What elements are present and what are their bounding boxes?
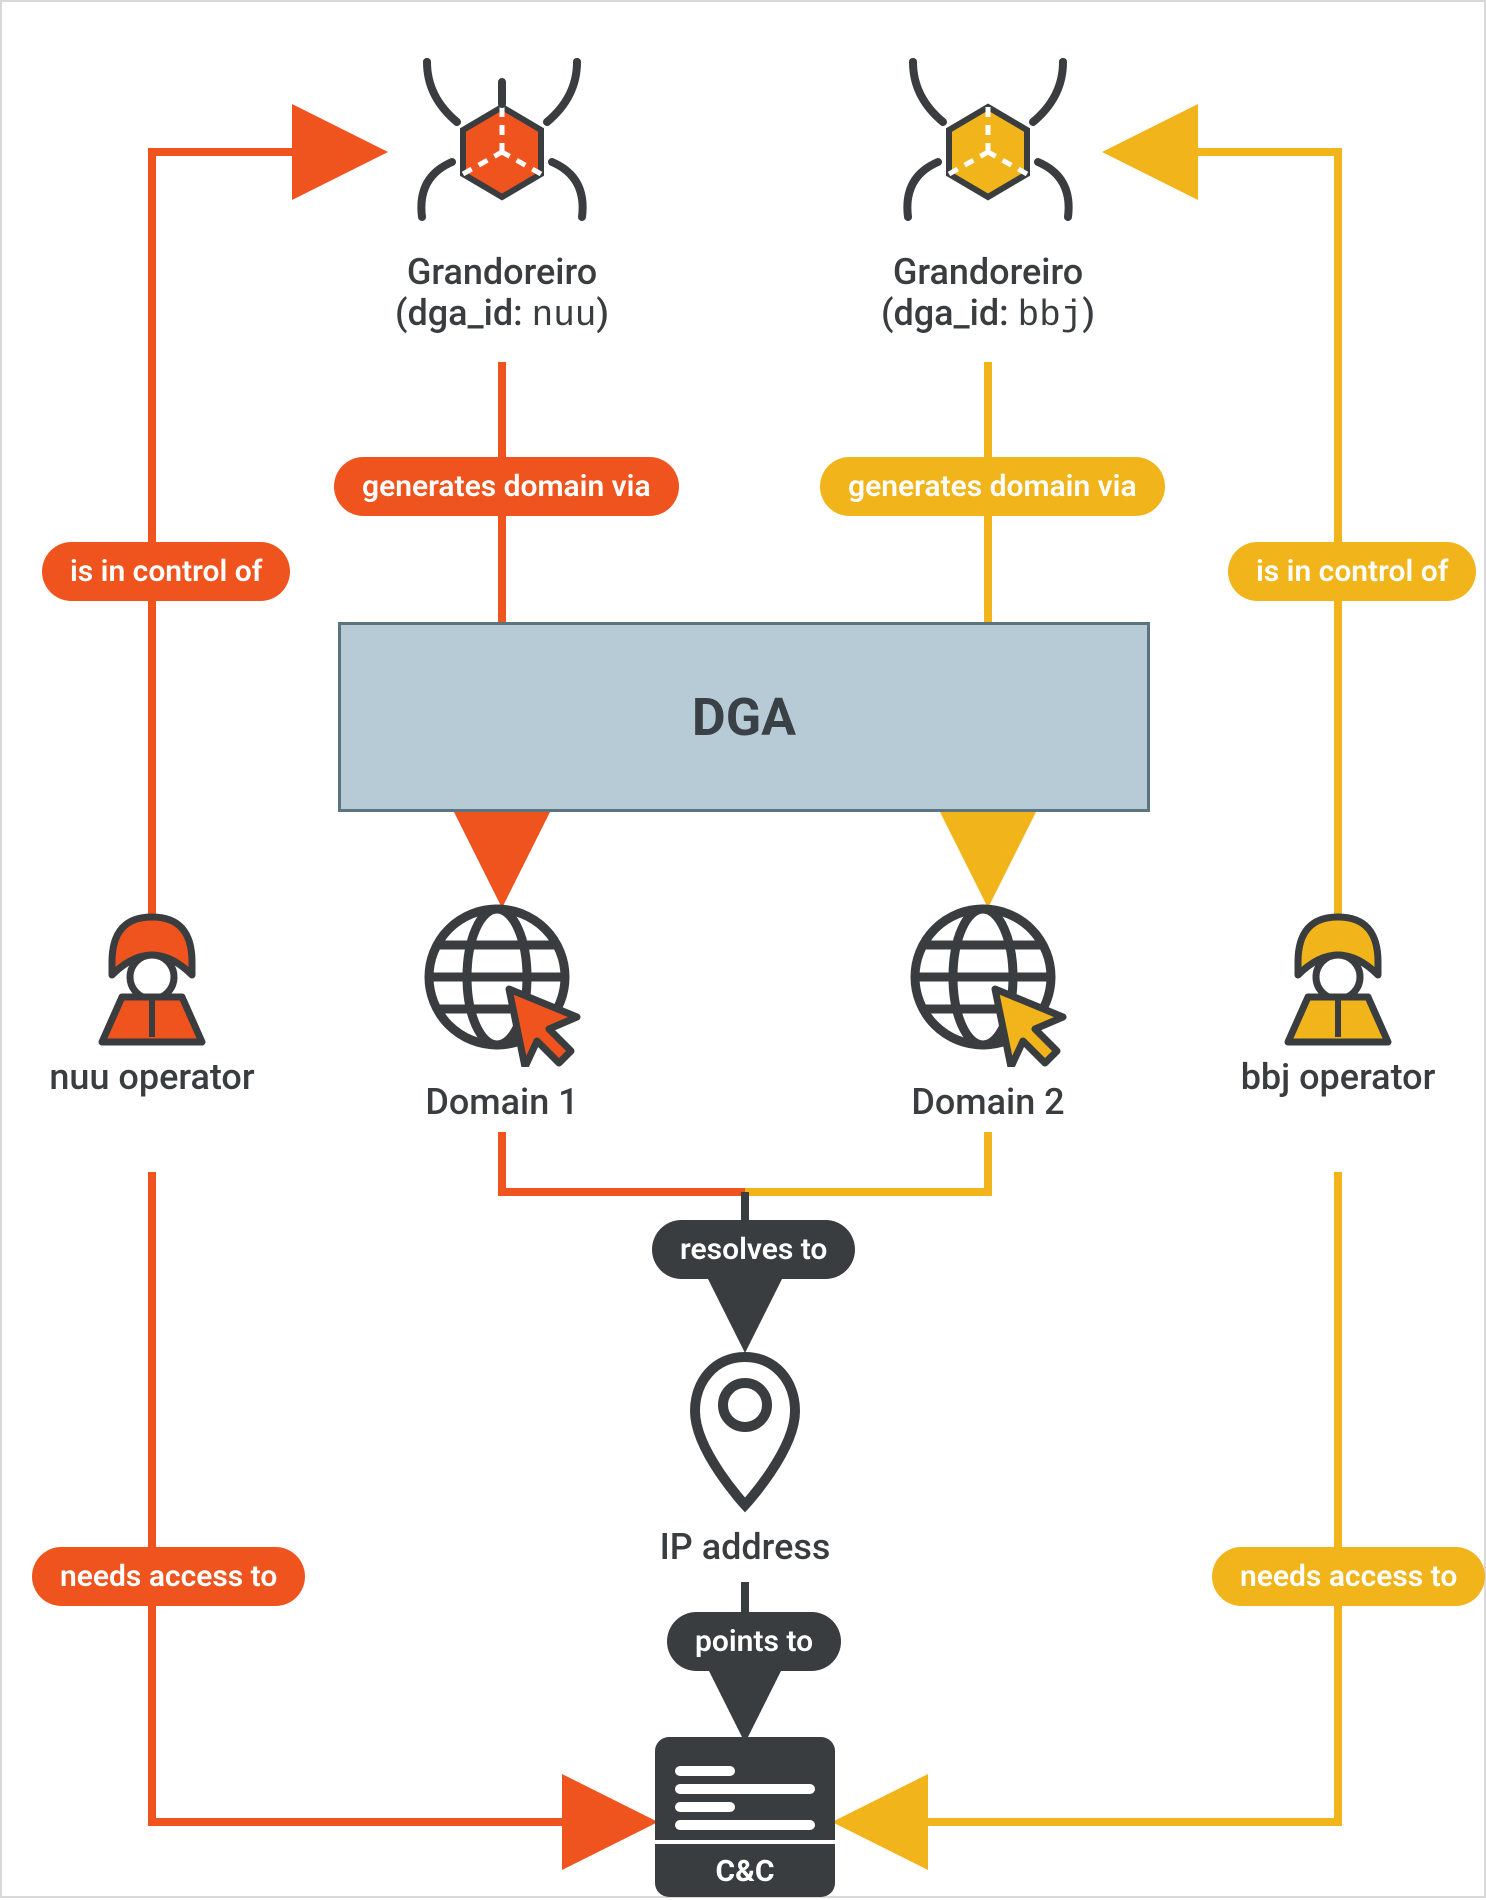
malware-right-label: Grandoreiro (dga_id: bbj) xyxy=(858,252,1118,337)
malware-right-field: dga_id xyxy=(893,292,999,334)
edge-points: points to xyxy=(667,1612,841,1671)
cc-label: C&C xyxy=(655,1840,835,1897)
diagram-frame: Grandoreiro (dga_id: nuu) Grandoreiro (d… xyxy=(0,0,1486,1898)
operator-right-label: bbj operator xyxy=(1218,1057,1458,1098)
malware-left-value: nuu xyxy=(532,295,597,336)
domain-icon-right xyxy=(903,897,1073,1067)
ip-label: IP address xyxy=(645,1527,845,1568)
dga-label: DGA xyxy=(692,687,796,748)
domain-right-label: Domain 2 xyxy=(888,1082,1088,1123)
malware-icon-left xyxy=(412,57,592,237)
edge-control-right: is in control of xyxy=(1228,542,1476,601)
dga-box: DGA xyxy=(338,622,1150,812)
server-slot xyxy=(675,1784,815,1794)
domain-left-label: Domain 1 xyxy=(402,1082,602,1123)
malware-right-value: bbj xyxy=(1018,295,1083,336)
operator-left-label: nuu operator xyxy=(32,1057,272,1098)
domain-icon-left xyxy=(417,897,587,1067)
operator-icon-left xyxy=(77,897,227,1047)
edge-resolves: resolves to xyxy=(652,1220,855,1279)
malware-left-field: dga_id xyxy=(407,292,513,334)
edge-gen-left: generates domain via xyxy=(334,457,679,516)
server-slot xyxy=(675,1820,815,1830)
edge-access-right: needs access to xyxy=(1212,1547,1485,1606)
server-slot xyxy=(675,1802,735,1812)
malware-right-name: Grandoreiro xyxy=(893,251,1083,293)
edge-access-left: needs access to xyxy=(32,1547,305,1606)
ip-pin-icon xyxy=(685,1347,805,1517)
edge-gen-right: generates domain via xyxy=(820,457,1165,516)
malware-icon-right xyxy=(898,57,1078,237)
operator-icon-right xyxy=(1263,897,1413,1047)
server-slot xyxy=(675,1766,735,1776)
malware-left-name: Grandoreiro xyxy=(407,251,597,293)
edge-control-left: is in control of xyxy=(42,542,290,601)
cc-server-icon: C&C xyxy=(655,1737,835,1897)
malware-left-label: Grandoreiro (dga_id: nuu) xyxy=(372,252,632,337)
